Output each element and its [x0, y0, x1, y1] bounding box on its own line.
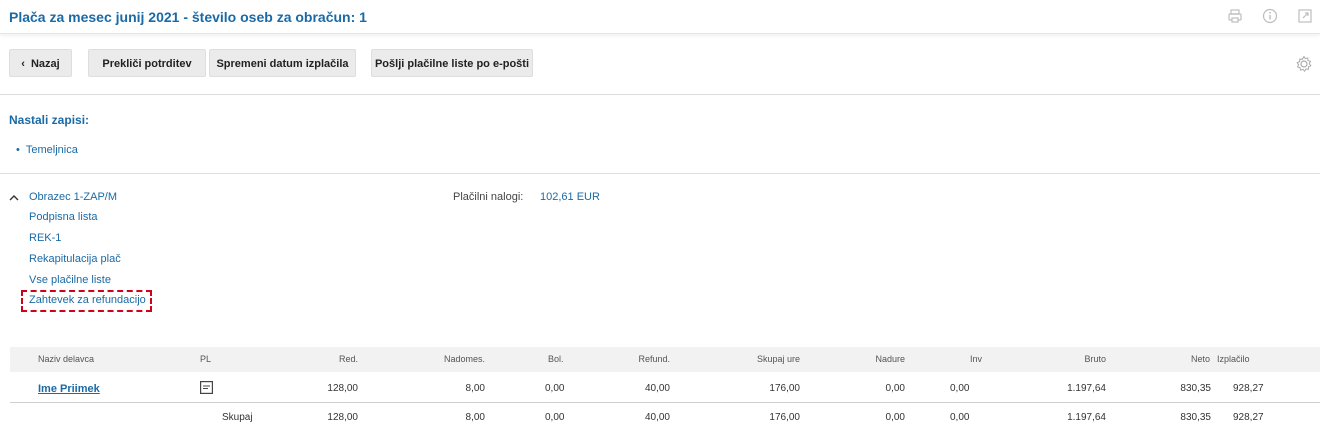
- th-nadomes[interactable]: Nadomes.: [430, 354, 485, 364]
- print-icon[interactable]: [1227, 8, 1243, 24]
- cell-izplacilo: 928,27: [1233, 383, 1264, 394]
- row-divider: [10, 402, 1320, 403]
- payslip-icon[interactable]: [200, 381, 213, 394]
- cell-skupaj-ure: 176,00: [769, 383, 800, 394]
- records-title: Nastali zapisi:: [9, 113, 90, 127]
- report-link-rekapitulacija[interactable]: Rekapitulacija plač: [29, 253, 121, 265]
- th-bol[interactable]: Bol.: [548, 354, 564, 364]
- table-header: Naziv delavca PL Red. Nadomes. Bol. Refu…: [10, 347, 1320, 372]
- record-link-temeljnica[interactable]: Temeljnica: [16, 144, 78, 156]
- cell-nadomes: 8,00: [465, 383, 485, 394]
- total-bol: 0,00: [545, 412, 565, 423]
- payment-orders-link[interactable]: 102,61 EUR: [540, 191, 600, 203]
- total-izplacilo: 928,27: [1233, 412, 1264, 423]
- th-nadure[interactable]: Nadure: [855, 354, 905, 364]
- cancel-confirmation-button[interactable]: Prekliči potrditev: [88, 49, 206, 77]
- th-inv[interactable]: Inv: [970, 354, 982, 364]
- th-neto[interactable]: Neto: [1170, 354, 1210, 364]
- highlight-box: [21, 290, 152, 312]
- cell-bol: 0,00: [545, 383, 565, 394]
- cell-nadure: 0,00: [885, 383, 905, 394]
- page-title: Plača za mesec junij 2021 - število oseb…: [9, 9, 367, 25]
- toolbar: ‹ Nazaj Prekliči potrditev Spremeni datum…: [0, 34, 1320, 95]
- report-link-rek1[interactable]: REK-1: [29, 232, 61, 244]
- back-button[interactable]: ‹ Nazaj: [9, 49, 72, 77]
- cell-refund: 40,00: [644, 383, 670, 394]
- total-refund: 40,00: [644, 412, 670, 423]
- chevron-left-icon: ‹: [21, 58, 25, 70]
- cell-bruto: 1.197,64: [1067, 383, 1106, 394]
- payment-orders-label: Plačilni nalogi:: [453, 191, 524, 203]
- chevron-up-icon[interactable]: [9, 194, 19, 202]
- total-inv: 0,00: [950, 412, 970, 423]
- change-payment-date-button[interactable]: Spremeni datum izplačila: [209, 49, 356, 77]
- report-link-podpisna-lista[interactable]: Podpisna lista: [29, 211, 98, 223]
- page-header: Plača za mesec junij 2021 - število oseb…: [0, 0, 1320, 34]
- total-skupaj-ure: 176,00: [769, 412, 800, 423]
- th-refund[interactable]: Refund.: [615, 354, 670, 364]
- th-red[interactable]: Red.: [310, 354, 358, 364]
- total-nadomes: 8,00: [465, 412, 485, 423]
- send-payslips-email-button[interactable]: Pošlji plačilne liste po e-pošti: [371, 49, 533, 77]
- external-link-icon[interactable]: [1297, 8, 1313, 24]
- th-skupaj-ure[interactable]: Skupaj ure: [730, 354, 800, 364]
- total-nadure: 0,00: [885, 412, 905, 423]
- report-link-vse-placilne-liste[interactable]: Vse plačilne liste: [29, 274, 111, 286]
- total-red: 128,00: [327, 412, 358, 423]
- cell-red: 128,00: [327, 383, 358, 394]
- th-pl[interactable]: PL: [200, 354, 211, 364]
- totals-label: Skupaj: [222, 412, 253, 423]
- report-link-obrazec[interactable]: Obrazec 1-ZAP/M: [29, 191, 117, 203]
- gear-icon[interactable]: [1295, 55, 1313, 73]
- total-bruto: 1.197,64: [1067, 412, 1106, 423]
- th-naziv[interactable]: Naziv delavca: [38, 354, 94, 364]
- info-icon[interactable]: [1262, 8, 1278, 24]
- th-izplacilo[interactable]: Izplačilo: [1217, 354, 1250, 364]
- cell-inv: 0,00: [950, 383, 970, 394]
- divider: [0, 173, 1320, 174]
- cell-neto: 830,35: [1180, 383, 1211, 394]
- total-neto: 830,35: [1180, 412, 1211, 423]
- th-bruto[interactable]: Bruto: [1050, 354, 1106, 364]
- back-button-label: Nazaj: [30, 58, 60, 70]
- employee-name-link[interactable]: Ime Priimek: [38, 383, 100, 395]
